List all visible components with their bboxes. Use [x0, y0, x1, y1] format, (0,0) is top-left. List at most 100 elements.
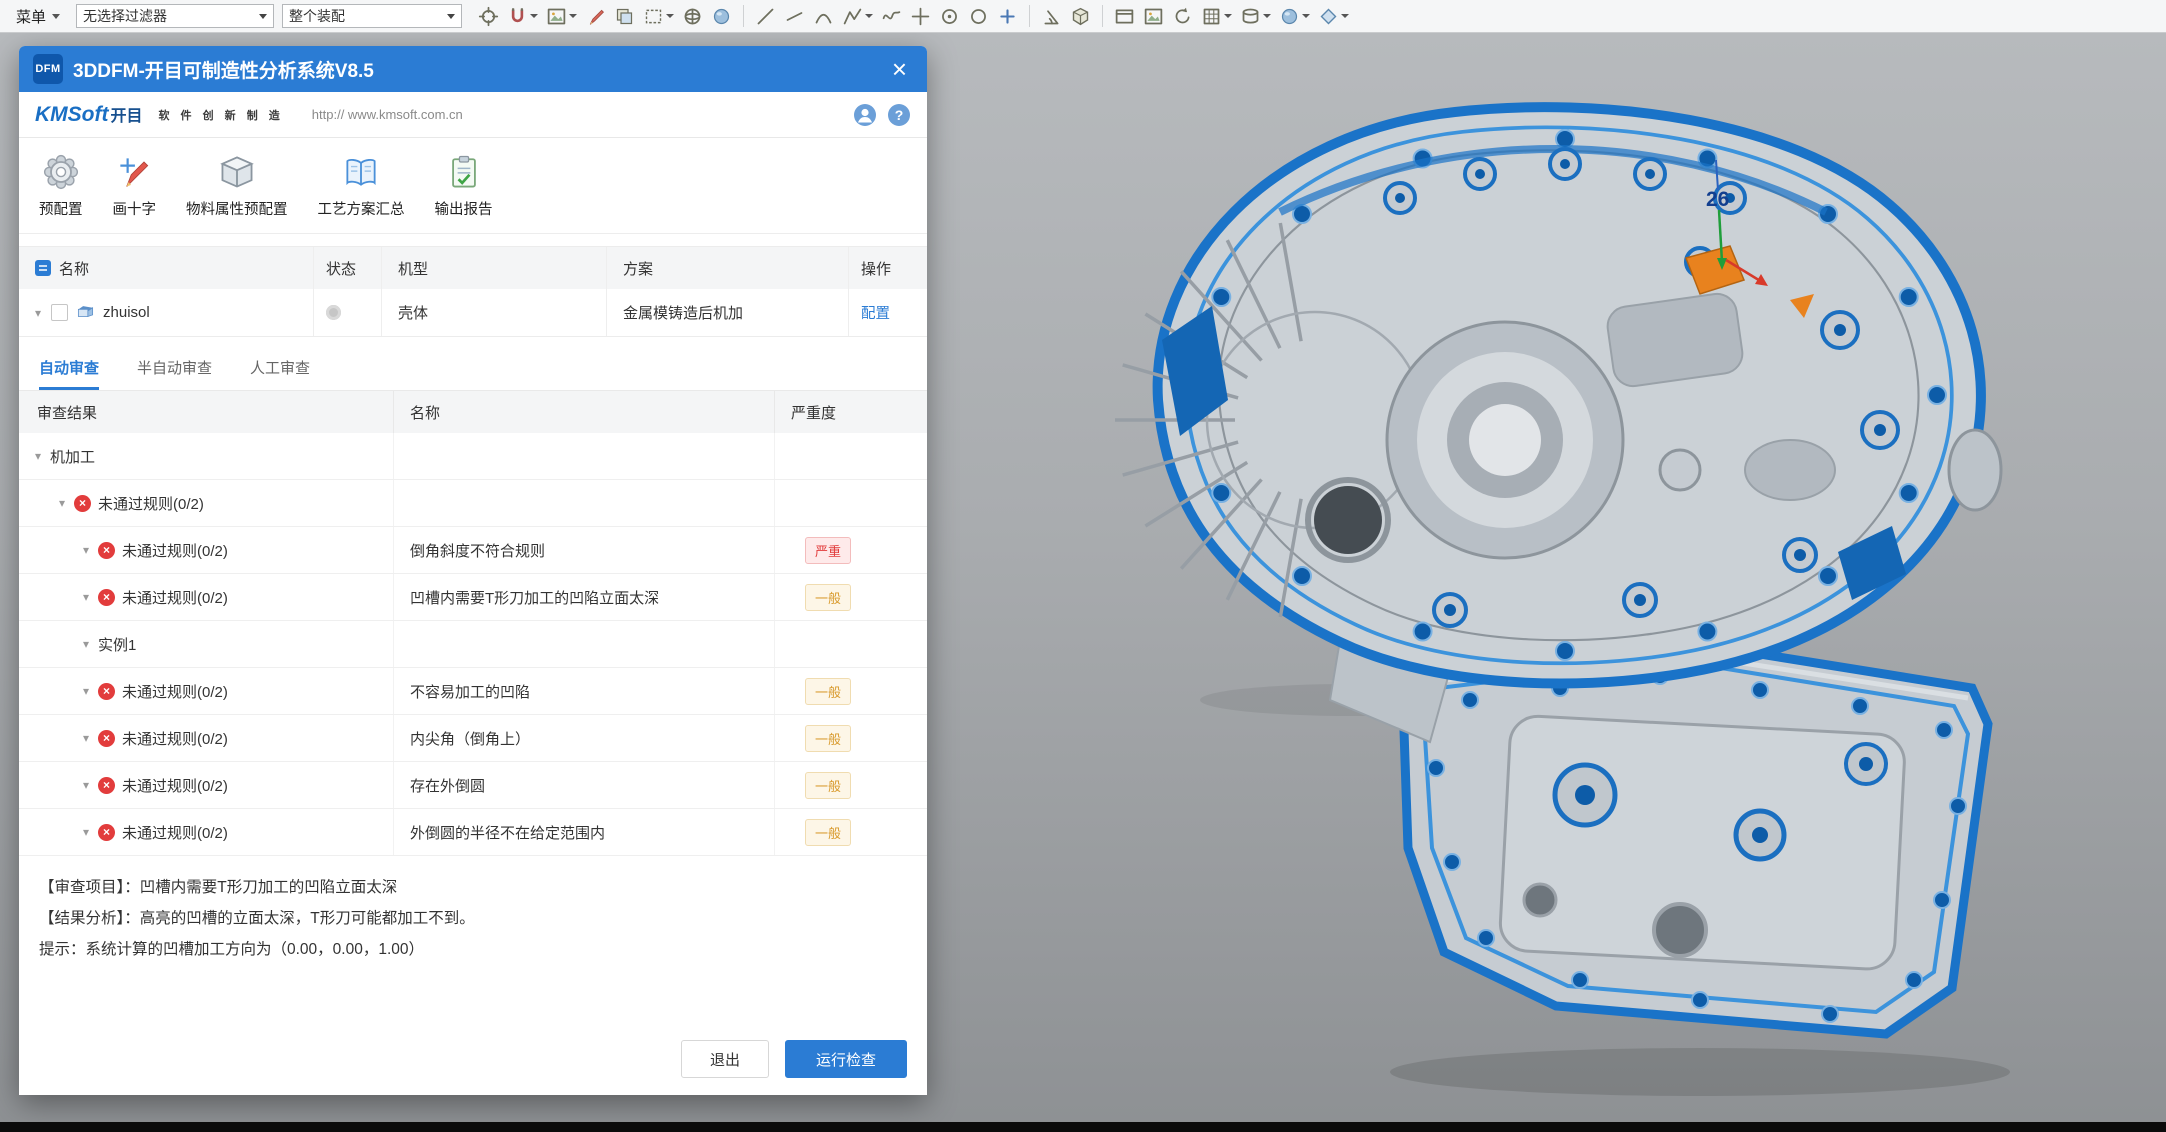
- result-tree-row[interactable]: ▾机加工: [19, 433, 927, 480]
- result-tree-row[interactable]: ▾×未通过规则(0/2)内尖角（倒角上）一般: [19, 715, 927, 762]
- line-segment-icon[interactable]: [782, 4, 807, 29]
- tab-manual-review[interactable]: 人工审查: [250, 347, 310, 390]
- touch-select-icon[interactable]: [476, 4, 501, 29]
- result-label: 未通过规则(0/2): [98, 493, 204, 514]
- col-severity: 严重度: [791, 402, 836, 423]
- severity-badge: 一般: [805, 725, 851, 752]
- dialog-footer: 退出 运行检查: [19, 1037, 927, 1095]
- part-icon: [76, 303, 95, 322]
- paint-style-icon[interactable]: [583, 4, 608, 29]
- line-tool-icon[interactable]: [753, 4, 778, 29]
- severity-badge: 一般: [805, 772, 851, 799]
- configure-link[interactable]: 配置: [861, 302, 890, 323]
- refresh-view-icon[interactable]: [1170, 4, 1195, 29]
- status-icon: [326, 305, 341, 320]
- review-tabs: 自动审查 半自动审查 人工审查: [19, 347, 927, 391]
- shaded-view-icon[interactable]: [709, 4, 734, 29]
- result-tree-row[interactable]: ▾ 实例1: [19, 621, 927, 668]
- move-tool-icon[interactable]: [908, 4, 933, 29]
- result-tree-row[interactable]: ▾×未通过规则(0/2): [19, 480, 927, 527]
- result-tree-row[interactable]: ▾×未通过规则(0/2)存在外倒圆一般: [19, 762, 927, 809]
- expander-icon[interactable]: ▾: [59, 496, 65, 510]
- point-tool-icon[interactable]: [995, 4, 1020, 29]
- scope-dropdown[interactable]: 整个装配: [282, 4, 462, 28]
- render-style-icon[interactable]: [1277, 4, 1312, 29]
- measure-tool-icon[interactable]: [1039, 4, 1064, 29]
- part-name: zhuisol: [103, 304, 150, 321]
- error-icon: ×: [98, 824, 115, 841]
- workflow-icon[interactable]: [1316, 4, 1351, 29]
- clip-section-icon[interactable]: [612, 4, 637, 29]
- run-check-button[interactable]: 运行检查: [785, 1040, 907, 1078]
- model-table: 名称 状态 机型 方案 操作 ▾ zhuisol 壳体 金属模铸造后机加 配置: [19, 246, 927, 337]
- col-status: 状态: [326, 258, 356, 279]
- cad-icon-strip: [476, 4, 1351, 29]
- error-icon: ×: [98, 730, 115, 747]
- brand-en: KMSoft: [35, 103, 108, 127]
- tab-semi-auto-review[interactable]: 半自动审查: [137, 347, 212, 390]
- result-tree-row[interactable]: ▾×未通过规则(0/2)外倒圆的半径不在给定范围内一般: [19, 809, 927, 856]
- dialog-toolbar: 预配置画十字物料属性预配置 工艺方案汇总输出报告: [19, 138, 927, 234]
- ellipse-tool-icon[interactable]: [966, 4, 991, 29]
- circle-tool-icon[interactable]: [937, 4, 962, 29]
- expander-icon[interactable]: ▾: [83, 731, 89, 745]
- tool-label: 输出报告: [435, 198, 493, 219]
- row-checkbox[interactable]: [51, 304, 68, 321]
- expander-icon[interactable]: ▾: [83, 778, 89, 792]
- tool-label: 物料属性预配置: [186, 198, 288, 219]
- website-link[interactable]: http:// www.kmsoft.com.cn: [312, 107, 463, 122]
- expander-icon[interactable]: ▾: [83, 825, 89, 839]
- datum-display-icon[interactable]: [1238, 4, 1273, 29]
- tab-auto-review[interactable]: 自动审查: [39, 347, 99, 390]
- result-label: 未通过规则(0/2): [122, 728, 228, 749]
- view-image-icon[interactable]: [544, 4, 579, 29]
- globe-view-icon[interactable]: [680, 4, 705, 29]
- menu-button[interactable]: 菜单: [8, 3, 68, 30]
- result-label: 未通过规则(0/2): [122, 587, 228, 608]
- expander-icon[interactable]: ▾: [35, 306, 41, 320]
- result-label: 未通过规则(0/2): [122, 775, 228, 796]
- snapshot-icon[interactable]: [1141, 4, 1166, 29]
- spline-tool-icon[interactable]: [879, 4, 904, 29]
- expander-icon[interactable]: ▾: [83, 637, 89, 651]
- window-layout-icon[interactable]: [1112, 4, 1137, 29]
- toolbar-separator: [743, 5, 744, 27]
- result-tree-row[interactable]: ▾×未通过规则(0/2)凹槽内需要T形刀加工的凹陷立面太深一般: [19, 574, 927, 621]
- grid-display-icon[interactable]: [1199, 4, 1234, 29]
- housing-body: [1115, 107, 2001, 683]
- result-label: 实例1: [98, 634, 136, 655]
- close-icon[interactable]: ×: [886, 56, 913, 82]
- rule-name: 凹槽内需要T形刀加工的凹陷立面太深: [410, 587, 659, 608]
- arc-tool-icon[interactable]: [811, 4, 836, 29]
- brand-row: KMSoft 开目 软 件 创 新 制 造 http:// www.kmsoft…: [19, 92, 927, 138]
- error-icon: ×: [98, 542, 115, 559]
- svg-text:?: ?: [895, 107, 904, 123]
- draw-cross-button[interactable]: 画十字: [113, 152, 157, 219]
- result-tree-row[interactable]: ▾×未通过规则(0/2)倒角斜度不符合规则严重: [19, 527, 927, 574]
- expander-icon[interactable]: ▾: [35, 449, 41, 463]
- output-report-button[interactable]: 输出报告: [435, 152, 493, 219]
- kmsoft-logo: KMSoft 开目: [35, 102, 143, 127]
- expander-icon[interactable]: ▾: [83, 684, 89, 698]
- error-icon: ×: [98, 683, 115, 700]
- select-all-icon[interactable]: [35, 260, 51, 276]
- results-table-header: 审查结果 名称 严重度: [19, 391, 927, 433]
- preconfig-button[interactable]: 预配置: [39, 152, 83, 219]
- material-preconfig-button[interactable]: 物料属性预配置: [186, 152, 288, 219]
- user-icon[interactable]: [853, 103, 877, 127]
- box-tool-icon[interactable]: [1068, 4, 1093, 29]
- process-summary-button[interactable]: 工艺方案汇总: [318, 152, 405, 219]
- exit-button[interactable]: 退出: [681, 1040, 769, 1078]
- expander-icon[interactable]: ▾: [83, 543, 89, 557]
- model-row[interactable]: ▾ zhuisol 壳体 金属模铸造后机加 配置: [19, 289, 927, 337]
- expander-icon[interactable]: ▾: [83, 590, 89, 604]
- rule-name: 倒角斜度不符合规则: [410, 540, 545, 561]
- col-review-result: 审查结果: [37, 402, 97, 423]
- snap-point-icon[interactable]: [505, 4, 540, 29]
- help-icon[interactable]: ?: [887, 103, 911, 127]
- rectangle-select-icon[interactable]: [641, 4, 676, 29]
- selection-filter-dropdown[interactable]: 无选择过滤器: [76, 4, 274, 28]
- result-tree-row[interactable]: ▾×未通过规则(0/2)不容易加工的凹陷一般: [19, 668, 927, 715]
- polyline-tool-icon[interactable]: [840, 4, 875, 29]
- dialog-titlebar[interactable]: DFM 3DDFM-开目可制造性分析系统V8.5 ×: [19, 46, 927, 92]
